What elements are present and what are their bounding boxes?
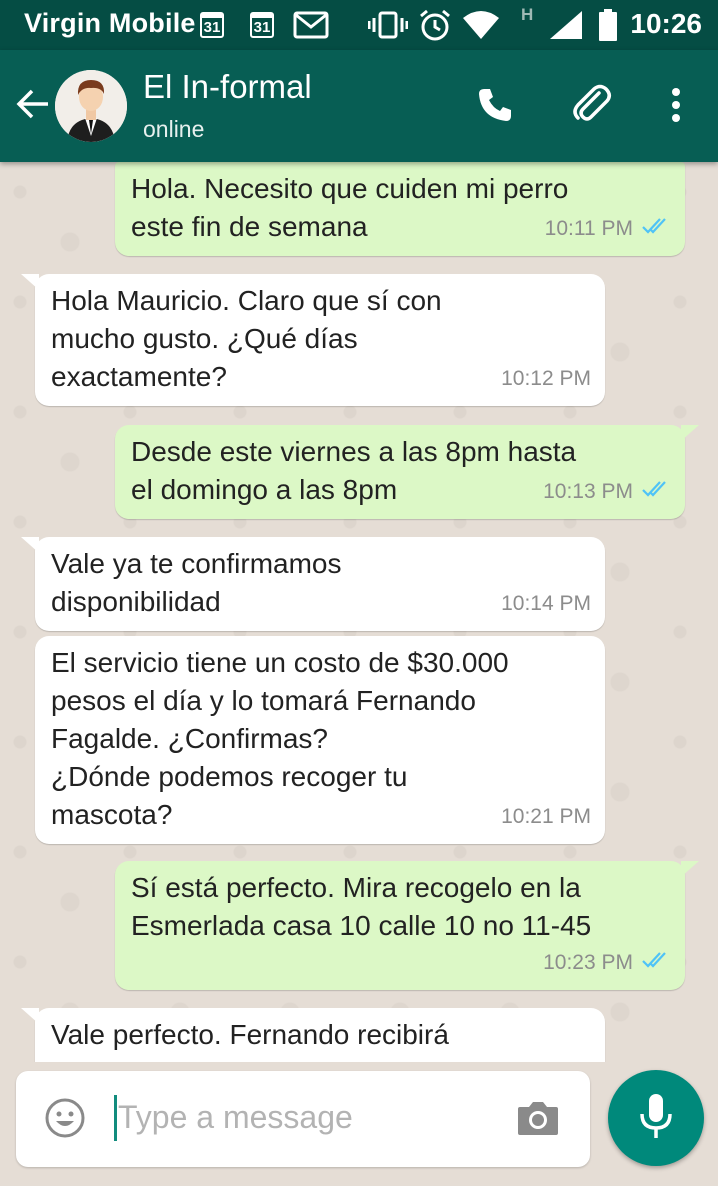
attach-icon[interactable] <box>568 82 614 128</box>
message-meta: 10:14 PM <box>501 585 591 623</box>
bubble-tail <box>681 861 699 877</box>
emoji-icon[interactable] <box>44 1097 86 1144</box>
network-type: H <box>521 5 534 24</box>
message-meta: 10:12 PM <box>501 360 591 398</box>
phone-icon[interactable] <box>472 82 518 128</box>
bubble-tail <box>681 425 699 441</box>
message-bubble-outgoing[interactable]: Desde este viernes a las 8pm hasta el do… <box>115 425 699 519</box>
status-bar: Virgin Mobile 31 31 H 10:26 <box>0 0 718 50</box>
message-bubble-incoming[interactable]: Vale perfecto. Fernando recibirá <box>21 1008 605 1062</box>
gmail-icon <box>293 9 329 41</box>
mic-icon <box>638 1092 674 1145</box>
message-time: 10:21 PM <box>501 805 591 828</box>
message-time: 10:11 PM <box>544 217 633 240</box>
message-bubble-outgoing[interactable]: Hola. Necesito que cuiden mi perro este … <box>115 162 685 256</box>
read-ticks-icon <box>641 944 671 982</box>
clock: 10:26 <box>630 8 702 39</box>
camera-icon[interactable] <box>516 1099 560 1142</box>
chat-header: El In-formal online <box>0 50 718 162</box>
message-bubble-incoming[interactable]: Hola Mauricio. Claro que sí con mucho gu… <box>21 274 605 406</box>
message-bubble-incoming[interactable]: El servicio tiene un costo de $30.000 pe… <box>35 636 605 844</box>
message-time: 10:12 PM <box>501 367 591 390</box>
mic-button[interactable] <box>608 1070 704 1166</box>
message-text: Sí está perfecto. Mira recogelo en la Es… <box>131 872 592 941</box>
message-time: 10:14 PM <box>501 592 591 615</box>
message-composer[interactable]: Type a message <box>16 1071 590 1167</box>
bubble-tail <box>21 1008 39 1024</box>
message-bubble-outgoing[interactable]: Sí está perfecto. Mira recogelo en la Es… <box>115 861 699 990</box>
read-ticks-icon <box>641 473 671 511</box>
calendar-day: 31 <box>250 12 274 38</box>
message-time: 10:23 PM <box>543 951 633 974</box>
more-vert-icon[interactable] <box>653 82 699 128</box>
contact-status: online <box>143 116 205 142</box>
wifi-icon <box>462 9 500 41</box>
bubble-tail <box>21 537 39 553</box>
text-cursor <box>114 1095 117 1141</box>
calendar-icon: 31 <box>250 9 274 41</box>
battery-icon <box>598 9 618 41</box>
read-ticks-icon <box>641 210 671 248</box>
message-time: 10:13 PM <box>543 480 633 503</box>
calendar-icon: 31 <box>200 9 224 41</box>
vibrate-icon <box>368 9 408 41</box>
message-meta: 10:21 PM <box>501 798 591 836</box>
bubble-tail <box>21 274 39 290</box>
message-bubble-incoming[interactable]: Vale ya te confirmamos disponibilidad 10… <box>21 537 605 631</box>
alarm-icon <box>418 9 452 41</box>
message-list[interactable]: Hola. Necesito que cuiden mi perro este … <box>0 162 718 1062</box>
message-meta: 10:11 PM <box>545 210 671 248</box>
message-input[interactable]: Type a message <box>118 1099 353 1136</box>
avatar[interactable] <box>55 70 127 142</box>
carrier-name: Virgin Mobile <box>24 8 196 38</box>
signal-icon <box>548 9 584 41</box>
message-meta: 10:23 PM <box>543 944 671 982</box>
message-meta: 10:13 PM <box>543 473 671 511</box>
contact-name[interactable]: El In-formal <box>143 68 312 106</box>
calendar-day: 31 <box>200 12 224 38</box>
message-text: Vale perfecto. Fernando recibirá <box>51 1019 449 1050</box>
back-arrow-icon[interactable] <box>14 86 50 127</box>
